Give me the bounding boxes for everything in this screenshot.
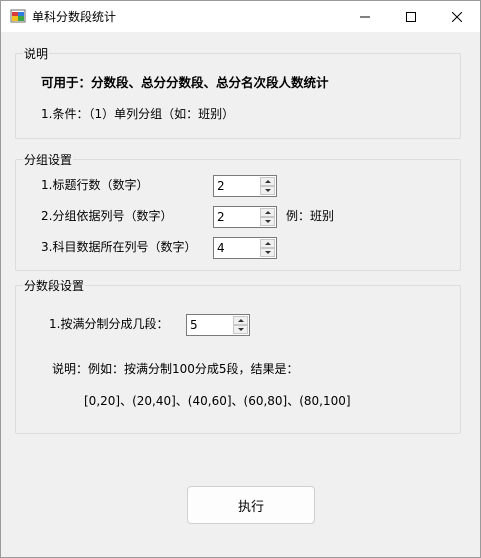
segments-up-button[interactable] [233,316,248,325]
group-col-up-button[interactable] [260,208,275,217]
subject-col-up-button[interactable] [260,239,275,248]
header-rows-up-button[interactable] [260,177,275,186]
segments-note: 说明：例如：按满分制100分成5段，结果是： [52,362,299,376]
window-title: 单科分数段统计 [32,10,117,24]
usage-text: 可用于：分数段、总分分数段、总分名次段人数统计 [41,75,329,90]
group-col-example: 例：班别 [286,209,335,223]
arrow-down-icon [265,189,271,192]
execute-button[interactable]: 执行 [187,486,315,524]
group-col-label: 2.分组依据列号（数字） [41,209,173,223]
minimize-button[interactable] [342,1,388,32]
subject-col-down-button[interactable] [260,248,275,257]
title-bar[interactable]: 单科分数段统计 [1,1,480,32]
segments-result: [0,20]、(20,40]、(40,60]、(60,80]、(80,100] [84,394,351,408]
arrow-up-icon [265,180,271,183]
header-rows-value[interactable]: 2 [217,178,225,194]
arrow-down-icon [265,220,271,223]
segments-value[interactable]: 5 [190,317,198,333]
segment-settings-group: 分数段设置 1.按满分制分成几段： 5 说明：例如：按满分制100分成5段，结果… [15,278,461,434]
subject-col-stepper[interactable]: 4 [213,237,277,259]
info-group-title: 说明 [23,46,50,62]
header-rows-stepper[interactable]: 2 [213,175,277,197]
app-window: 单科分数段统计 说明 可用于：分数段、总分分数段、总分名次段人数统计 1.条件：… [0,0,481,558]
arrow-up-icon [238,319,244,322]
condition-text: 1.条件：（1）单列分组（如：班别） [41,107,235,121]
arrow-down-icon [265,251,271,254]
segments-down-button[interactable] [233,325,248,334]
header-rows-down-button[interactable] [260,186,275,195]
subject-col-value[interactable]: 4 [217,240,225,256]
header-rows-label: 1.标题行数（数字） [41,178,149,192]
arrow-up-icon [265,242,271,245]
close-button[interactable] [434,1,480,32]
arrow-down-icon [238,328,244,331]
group-col-value[interactable]: 2 [217,209,225,225]
close-icon [452,11,462,22]
maximize-button[interactable] [388,1,434,32]
app-icon [10,9,26,23]
segments-stepper[interactable]: 5 [186,314,250,336]
minimize-icon [360,16,370,17]
group-settings-title: 分组设置 [23,152,74,168]
segments-label: 1.按满分制分成几段： [49,317,169,331]
subject-col-label: 3.科目数据所在列号（数字） [41,240,197,254]
segment-settings-title: 分数段设置 [23,278,86,294]
maximize-icon [406,11,416,22]
group-settings: 分组设置 1.标题行数（数字） 2 2.分组依据列号（数字） 2 例：班别 3.… [15,152,461,271]
arrow-up-icon [265,211,271,214]
group-col-down-button[interactable] [260,217,275,226]
info-group: 说明 可用于：分数段、总分分数段、总分名次段人数统计 1.条件：（1）单列分组（… [15,46,461,139]
group-col-stepper[interactable]: 2 [213,206,277,228]
